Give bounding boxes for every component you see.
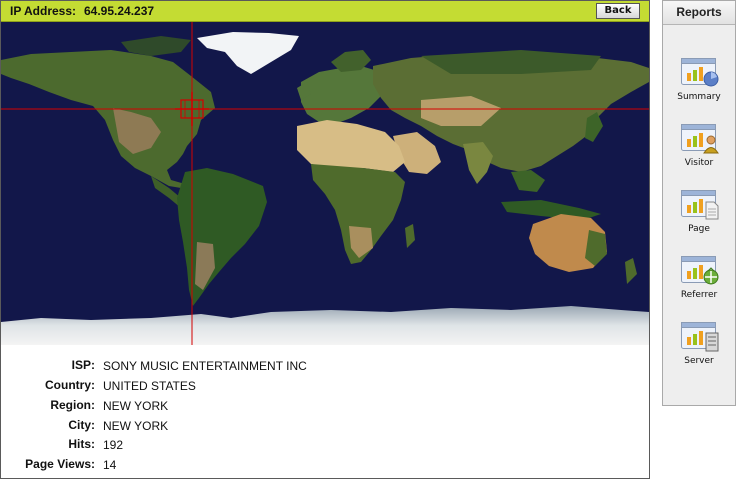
- report-server[interactable]: Server: [663, 322, 735, 378]
- summary-label: Summary: [677, 92, 721, 102]
- referrer-label: Referrer: [680, 290, 718, 300]
- report-summary[interactable]: Summary: [663, 58, 735, 114]
- country-value: UNITED STATES: [103, 379, 196, 393]
- city-label: City:: [68, 418, 95, 432]
- report-referrer[interactable]: Referrer: [663, 256, 735, 312]
- world-map: [1, 22, 651, 345]
- hits-value: 192: [103, 438, 124, 452]
- server-chart-icon: [681, 322, 719, 352]
- country-label: Country:: [45, 378, 95, 392]
- reports-title: Reports: [663, 1, 735, 25]
- region-value: NEW YORK: [103, 399, 169, 413]
- page-views-value: 14: [103, 458, 117, 472]
- city-value: NEW YORK: [103, 419, 169, 433]
- back-button[interactable]: Back: [596, 3, 640, 19]
- page-chart-icon: [681, 190, 719, 220]
- region-label: Region:: [50, 398, 95, 412]
- hits-label: Hits:: [68, 437, 95, 451]
- visitor-chart-icon: [681, 124, 719, 154]
- report-visitor[interactable]: Visitor: [663, 124, 735, 180]
- visitor-label: Visitor: [684, 158, 714, 168]
- server-label: Server: [684, 356, 714, 366]
- ip-address-value: 64.95.24.237: [84, 4, 155, 18]
- reports-sidebar: Reports Summary Visitor Page Referrer Se…: [662, 0, 736, 406]
- referrer-chart-icon: [681, 256, 719, 285]
- page-label: Page: [688, 224, 710, 234]
- ip-address-label: IP Address:: [10, 4, 77, 18]
- isp-label: ISP:: [71, 358, 95, 372]
- ip-header-bar: IP Address: 64.95.24.237 Back: [1, 1, 649, 22]
- ip-detail-panel: IP Address: 64.95.24.237 Back ISP: SONY …: [0, 0, 650, 479]
- report-page[interactable]: Page: [663, 190, 735, 246]
- page-views-label: Page Views:: [25, 457, 95, 471]
- isp-value: SONY MUSIC ENTERTAINMENT INC: [103, 359, 307, 373]
- summary-chart-icon: [681, 58, 719, 87]
